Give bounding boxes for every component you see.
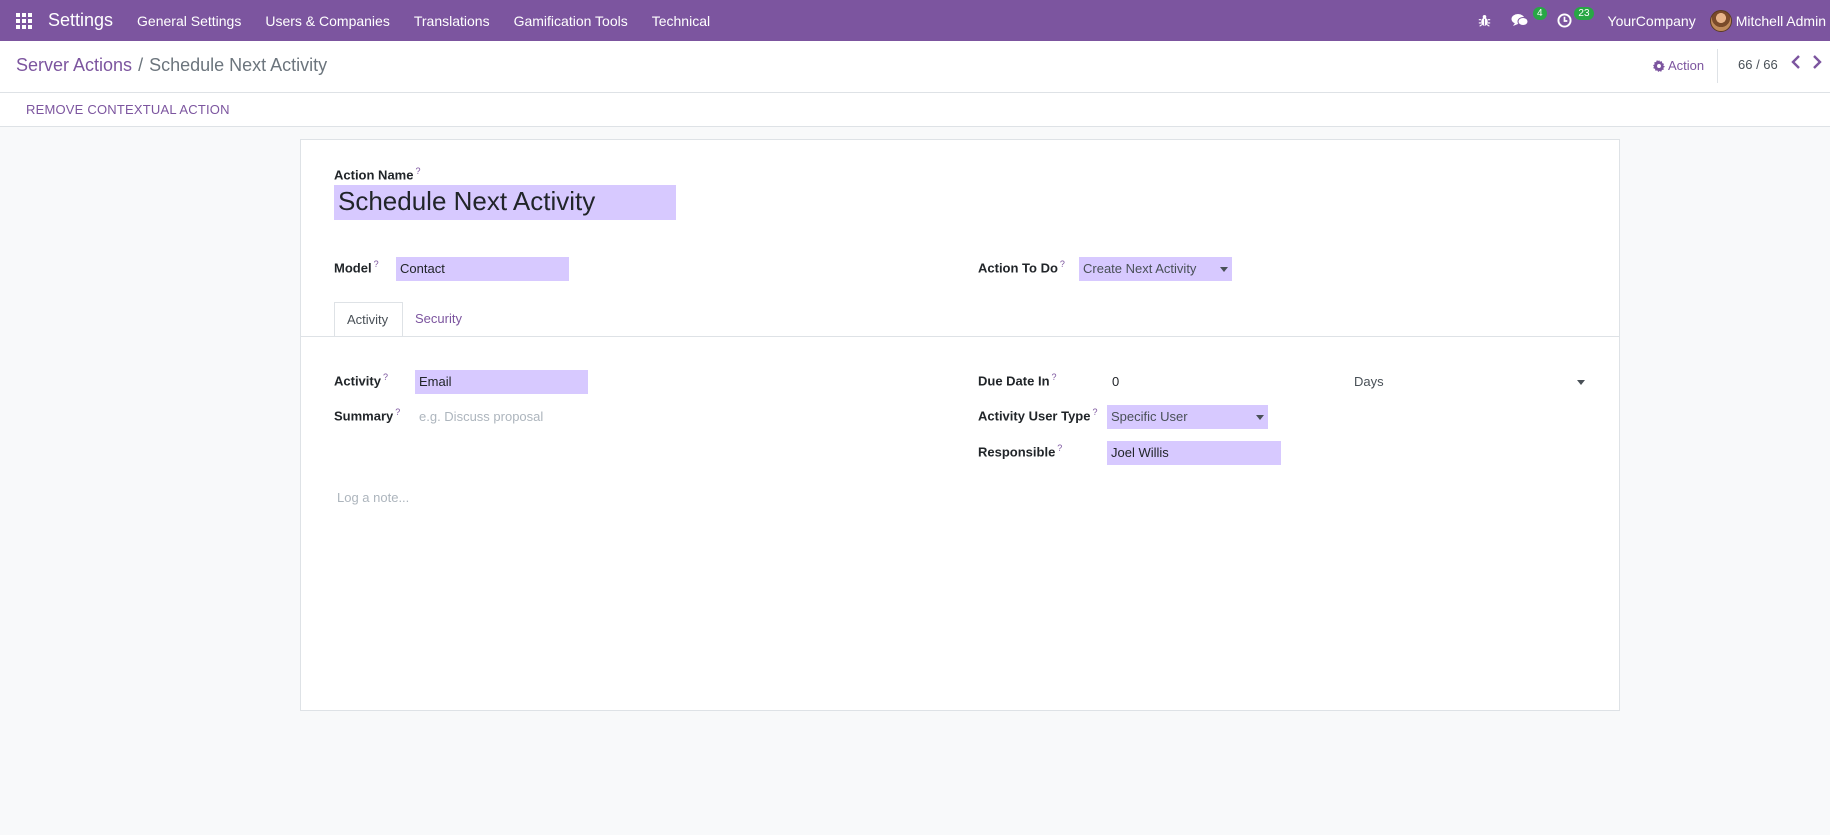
action-label: Action (1668, 58, 1705, 73)
bug-icon (1478, 15, 1490, 27)
model-label-text: Model (334, 260, 372, 276)
activity-label: Activity? (334, 372, 388, 388)
form-sheet: Action Name? Schedule Next Activity Mode… (300, 139, 1620, 711)
control-divider (1717, 49, 1718, 83)
activity-label-text: Activity (334, 373, 381, 389)
apps-grid-icon (16, 12, 32, 29)
due-date-unit-value: Days (1354, 374, 1384, 389)
chevron-left-icon (1791, 55, 1800, 69)
activity-help[interactable]: ? (383, 372, 388, 382)
caret-down-icon (1220, 267, 1228, 272)
avatar (1709, 9, 1732, 32)
control-panel: Server Actions / Schedule Next Activity Ac… (0, 41, 1830, 93)
chevron-right-icon (1813, 55, 1822, 69)
messages-count-badge: 4 (1532, 7, 1547, 20)
pager-next-button[interactable] (1812, 55, 1822, 73)
action-to-do-label: Action To Do? (978, 259, 1065, 275)
breadcrumb: Server Actions / Schedule Next Activity (16, 55, 327, 76)
apps-menu-button[interactable] (0, 0, 48, 41)
company-switcher[interactable]: YourCompany (1594, 13, 1710, 29)
gear-icon (1653, 59, 1665, 72)
menu-gamification-tools[interactable]: Gamification Tools (502, 0, 640, 41)
user-menu[interactable]: Mitchell Admin (1709, 9, 1830, 32)
user-type-value: Specific User (1111, 409, 1188, 424)
user-type-label-text: Activity User Type (978, 408, 1091, 424)
due-date-input[interactable]: 0 (1112, 374, 1342, 389)
summary-label-text: Summary (334, 408, 394, 424)
pager-previous-button[interactable] (1791, 55, 1801, 73)
user-type-help[interactable]: ? (1092, 407, 1097, 417)
note-editor[interactable]: Log a note... (337, 490, 1587, 690)
navbar-systray: 4 23 YourCompany Mitchell Admin (1468, 0, 1830, 41)
activities-button[interactable]: 23 (1547, 0, 1594, 41)
due-date-unit-select[interactable]: Days (1354, 374, 1589, 389)
top-navbar: Settings General Settings Users & Compan… (0, 0, 1830, 41)
action-to-do-help[interactable]: ? (1060, 259, 1065, 269)
form-statusbar: REMOVE CONTEXTUAL ACTION (0, 93, 1830, 127)
menu-technical[interactable]: Technical (640, 0, 722, 41)
action-to-do-select[interactable]: Create Next Activity (1079, 257, 1232, 281)
chat-icon (1511, 14, 1529, 26)
breadcrumb-current: Schedule Next Activity (149, 55, 328, 75)
responsible-help[interactable]: ? (1057, 443, 1062, 453)
caret-down-icon (1256, 415, 1264, 420)
due-date-label-text: Due Date In (978, 373, 1050, 389)
app-name[interactable]: Settings (48, 10, 113, 31)
pager-value[interactable]: 66 / 66 (1738, 57, 1778, 72)
user-type-label: Activity User Type? (978, 407, 1097, 423)
caret-down-icon (1577, 380, 1585, 385)
messages-button[interactable]: 4 (1501, 0, 1547, 41)
action-to-do-label-text: Action To Do (978, 260, 1058, 276)
menu-users-companies[interactable]: Users & Companies (253, 0, 402, 41)
menu-translations[interactable]: Translations (402, 0, 502, 41)
action-menu-button[interactable]: Action (1653, 58, 1704, 73)
user-type-select[interactable]: Specific User (1107, 405, 1268, 429)
debug-button[interactable] (1468, 0, 1501, 41)
action-to-do-value: Create Next Activity (1083, 261, 1197, 276)
tab-activity[interactable]: Activity (334, 302, 403, 337)
due-date-label: Due Date In? (978, 372, 1057, 388)
summary-label: Summary? (334, 407, 400, 423)
model-help[interactable]: ? (374, 259, 379, 269)
breadcrumb-separator: / (138, 55, 144, 75)
remove-contextual-action-button[interactable]: REMOVE CONTEXTUAL ACTION (26, 102, 230, 117)
tabs-divider (301, 336, 1619, 337)
summary-input[interactable]: e.g. Discuss proposal (419, 409, 543, 424)
summary-help[interactable]: ? (395, 407, 400, 417)
responsible-label: Responsible? (978, 443, 1062, 459)
action-name-label: Action Name? (334, 166, 420, 182)
menu-general-settings[interactable]: General Settings (125, 0, 253, 41)
breadcrumb-server-actions[interactable]: Server Actions (16, 55, 132, 75)
activities-count-badge: 23 (1574, 7, 1594, 20)
due-date-help[interactable]: ? (1052, 372, 1057, 382)
action-name-help[interactable]: ? (415, 166, 420, 176)
clock-icon (1556, 13, 1572, 28)
user-name: Mitchell Admin (1735, 12, 1826, 29)
responsible-label-text: Responsible (978, 444, 1056, 460)
action-name-label-text: Action Name (334, 167, 414, 183)
model-label: Model? (334, 259, 379, 275)
action-name-input[interactable]: Schedule Next Activity (334, 185, 676, 220)
responsible-field[interactable]: Joel Willis (1107, 441, 1281, 465)
model-field[interactable]: Contact (396, 257, 569, 281)
tab-security[interactable]: Security (403, 302, 474, 337)
activity-type-field[interactable]: Email (415, 370, 588, 394)
